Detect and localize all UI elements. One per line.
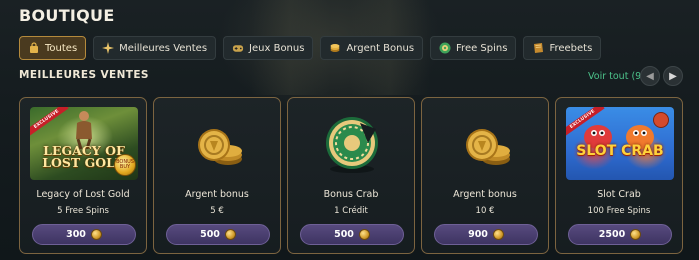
card-subtitle: 5 Free Spins xyxy=(57,206,109,216)
coin-icon xyxy=(90,229,102,240)
bonus-crab-token-icon xyxy=(298,107,406,180)
tab-toutes[interactable]: Toutes xyxy=(19,36,87,60)
carousel-next-button[interactable]: ▶ xyxy=(663,66,683,86)
price-value: 2500 xyxy=(598,229,626,240)
price-button[interactable]: 500 xyxy=(300,224,404,245)
product-card-legacy-of-lost-gold[interactable]: EXCLUSIVE LEGACY OF LOST GOLD BONUS BUY … xyxy=(19,97,147,254)
card-title: Legacy of Lost Gold xyxy=(36,189,130,200)
card-title: Slot Crab xyxy=(597,189,641,200)
card-title: Bonus Crab xyxy=(323,189,379,200)
gold-coins-icon xyxy=(164,107,272,180)
price-value: 500 xyxy=(334,229,354,240)
card-title: Argent bonus xyxy=(185,189,249,200)
tab-jeux-bonus[interactable]: Jeux Bonus xyxy=(223,36,314,60)
price-button[interactable]: 500 xyxy=(166,224,270,245)
game-logo: SLOT CRAB xyxy=(576,143,664,159)
gamepad-icon xyxy=(232,42,244,54)
tab-label: Jeux Bonus xyxy=(249,42,305,54)
category-tabs: Toutes Meilleures Ventes Jeux Bonus Arge… xyxy=(19,36,602,60)
free-spin-icon xyxy=(439,42,451,54)
product-card-slot-crab[interactable]: EXCLUSIVE SLOT CRAB Slot Crab 100 Free S… xyxy=(555,97,683,254)
card-subtitle: 10 € xyxy=(475,206,495,216)
price-button[interactable]: 300 xyxy=(32,224,136,245)
chevron-left-icon: ◀ xyxy=(646,70,654,82)
chevron-right-icon: ▶ xyxy=(669,70,677,82)
tab-label: Free Spins xyxy=(456,42,508,54)
see-all-link[interactable]: Voir tout (9) xyxy=(588,71,645,82)
product-card-argent-bonus-5[interactable]: Argent bonus 5 € 500 xyxy=(153,97,281,254)
card-subtitle: 5 € xyxy=(210,206,224,216)
card-subtitle: 100 Free Spins xyxy=(587,206,651,216)
coin-icon xyxy=(358,229,370,240)
shop-bag-icon xyxy=(28,42,40,54)
card-subtitle: 1 Crédit xyxy=(334,206,368,216)
tab-label: Freebets xyxy=(549,42,593,54)
tab-label: Argent Bonus xyxy=(346,42,415,54)
coin-icon xyxy=(492,229,504,240)
gold-coins-icon xyxy=(432,107,540,180)
card-title: Argent bonus xyxy=(453,189,517,200)
tab-label: Meilleures Ventes xyxy=(119,42,208,54)
exclusive-ribbon: EXCLUSIVE xyxy=(30,107,69,137)
price-value: 900 xyxy=(468,229,488,240)
price-value: 500 xyxy=(200,229,220,240)
tab-argent-bonus[interactable]: Argent Bonus xyxy=(320,36,424,60)
tab-label: Toutes xyxy=(45,42,78,54)
section-title: MEILLEURES VENTES xyxy=(19,69,149,81)
product-card-bonus-crab[interactable]: Bonus Crab 1 Crédit 500 xyxy=(287,97,415,254)
price-value: 300 xyxy=(66,229,86,240)
tab-freebets[interactable]: Freebets xyxy=(523,36,602,60)
ticket-icon xyxy=(532,42,544,54)
sparkle-icon xyxy=(102,42,115,54)
price-button[interactable]: 900 xyxy=(434,224,538,245)
tab-free-spins[interactable]: Free Spins xyxy=(430,36,517,60)
carousel-prev-button[interactable]: ◀ xyxy=(640,66,660,86)
game-thumbnail: EXCLUSIVE SLOT CRAB xyxy=(566,107,674,180)
bonus-buy-badge: BONUS BUY xyxy=(114,154,136,176)
coin-icon xyxy=(224,229,236,240)
coins-icon xyxy=(329,42,341,54)
coin-icon xyxy=(630,229,642,240)
page-title: BOUTIQUE xyxy=(19,6,115,25)
product-card-argent-bonus-10[interactable]: Argent bonus 10 € 900 xyxy=(421,97,549,254)
tab-meilleures-ventes[interactable]: Meilleures Ventes xyxy=(93,36,217,60)
game-thumbnail: EXCLUSIVE LEGACY OF LOST GOLD BONUS BUY xyxy=(30,107,138,180)
price-button[interactable]: 2500 xyxy=(568,224,672,245)
